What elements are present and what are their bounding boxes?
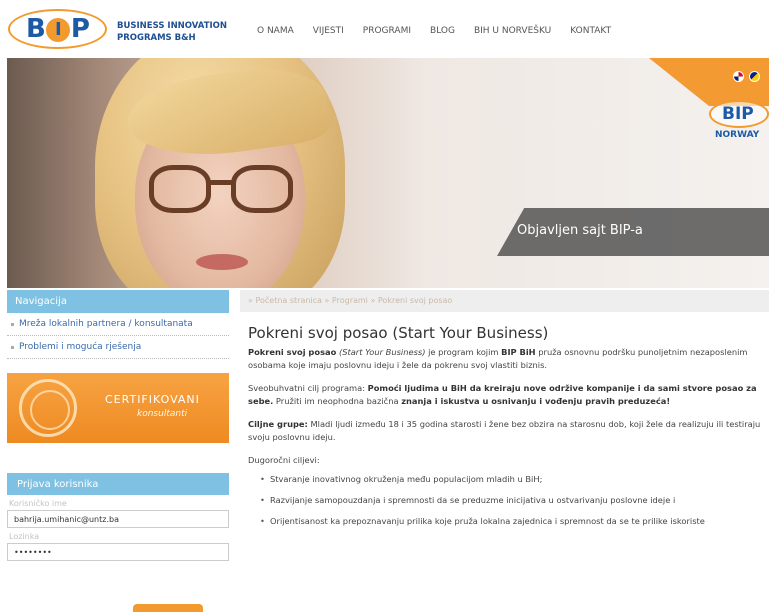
site-header: BIP BUSINESS INNOVATION PROGRAMS B&H O N… bbox=[0, 0, 769, 58]
brand-name[interactable]: BUSINESS INNOVATION PROGRAMS B&H bbox=[117, 20, 227, 44]
brand-line-1: BUSINESS INNOVATION bbox=[117, 21, 228, 31]
page-title: Pokreni svoj posao (Start Your Business) bbox=[248, 324, 549, 342]
breadcrumb-current: » Pokreni svoj posao bbox=[370, 296, 453, 305]
nav-blog[interactable]: BLOG bbox=[430, 26, 455, 36]
certificate-seal-icon bbox=[19, 379, 77, 437]
hero-caption-text: Objavljen sajt BIP-a bbox=[517, 223, 643, 238]
nav-kontakt[interactable]: KONTAKT bbox=[570, 26, 611, 36]
logo-text: BIP bbox=[26, 14, 90, 44]
intro-text-1: je program kojim bbox=[425, 347, 502, 357]
goal-text-2: Pružiti im neophodna bazična bbox=[273, 396, 402, 406]
glasses-bridge bbox=[209, 180, 233, 185]
username-field[interactable] bbox=[7, 510, 229, 528]
bip-logo[interactable]: BIP bbox=[8, 9, 107, 49]
list-item: Orijentisanost ka prepoznavanju prilika … bbox=[260, 515, 761, 528]
login-title: Prijava korisnika bbox=[7, 473, 229, 495]
goal-bold-2: znanja i iskustva u osnivanju i vođenju … bbox=[401, 396, 671, 406]
nav-programi[interactable]: PROGRAMI bbox=[363, 26, 411, 36]
nav-vijesti[interactable]: VIJESTI bbox=[313, 26, 344, 36]
long-term-goals-list: Stvaranje inovativnog okruženja među pop… bbox=[260, 473, 761, 528]
main-content: » Početna stranica » Programi » Pokreni … bbox=[240, 288, 769, 612]
norway-logo-oval: BIP bbox=[709, 100, 769, 128]
certified-consultants-banner[interactable]: CERTIFIKOVANI konsultanti bbox=[7, 373, 229, 443]
password-field[interactable] bbox=[7, 543, 229, 561]
intro-bold-1: Pokreni svoj posao bbox=[248, 347, 337, 357]
breadcrumb-home[interactable]: » Početna stranica bbox=[248, 296, 322, 305]
target-group-text: Mladi ljudi između 18 i 35 godina staros… bbox=[248, 419, 761, 442]
brand-line-2: PROGRAMS B&H bbox=[117, 33, 196, 43]
intro-paragraph: Pokreni svoj posao (Start Your Business)… bbox=[248, 346, 761, 372]
target-group-bold: Ciljne grupe: bbox=[248, 419, 308, 429]
language-corner bbox=[649, 58, 769, 106]
bip-norway-logo[interactable]: BIP NORWAY bbox=[699, 100, 769, 146]
hero-banner: BIP NORWAY Objavljen sajt BIP-a bbox=[7, 58, 769, 288]
nav-o-nama[interactable]: O NAMA bbox=[257, 26, 294, 36]
norway-logo-text: BIP bbox=[722, 104, 754, 124]
hero-photo-lips bbox=[196, 254, 248, 270]
username-label: Korisničko ime bbox=[9, 499, 67, 508]
list-item: Stvaranje inovativnog okruženja među pop… bbox=[260, 473, 761, 486]
target-group-paragraph: Ciljne grupe: Mladi ljudi između 18 i 35… bbox=[248, 418, 761, 444]
goal-text-1: Sveobuhvatni cilj programa: bbox=[248, 383, 368, 393]
breadcrumb-programi[interactable]: » Programi bbox=[324, 296, 367, 305]
goal-paragraph: Sveobuhvatni cilj programa: Pomoći ljudi… bbox=[248, 382, 761, 408]
hero-caption[interactable]: Objavljen sajt BIP-a bbox=[497, 208, 769, 256]
password-label: Lozinka bbox=[9, 532, 40, 541]
main-nav: O NAMA VIJESTI PROGRAMI BLOG BIH U NORVE… bbox=[257, 26, 630, 36]
bih-flag-icon[interactable] bbox=[749, 71, 760, 82]
list-item: Razvijanje samopouzdanja i spremnosti da… bbox=[260, 494, 761, 507]
login-button[interactable] bbox=[133, 604, 203, 612]
glasses-right-icon bbox=[231, 165, 293, 213]
long-term-goals-label: Dugoročni ciljevi: bbox=[248, 455, 320, 465]
nav-bih-u-norvesku[interactable]: BIH U NORVEŠKU bbox=[474, 26, 551, 36]
intro-bold-2: BIP BiH bbox=[501, 347, 536, 357]
intro-italic: (Start Your Business) bbox=[338, 347, 426, 357]
cert-line-1: CERTIFIKOVANI bbox=[105, 393, 200, 406]
sidebar-nav-title: Navigacija bbox=[7, 290, 229, 313]
uk-flag-icon[interactable] bbox=[733, 71, 744, 82]
sidebar: Navigacija Mreža lokalnih partnera / kon… bbox=[7, 288, 229, 612]
glasses-left-icon bbox=[149, 165, 211, 213]
sidebar-item-partneri[interactable]: Mreža lokalnih partnera / konsultanata bbox=[7, 313, 229, 336]
cert-line-2: konsultanti bbox=[137, 409, 188, 419]
breadcrumb: » Početna stranica » Programi » Pokreni … bbox=[240, 290, 769, 312]
norway-logo-label: NORWAY bbox=[715, 130, 760, 140]
sidebar-item-problemi[interactable]: Problemi i moguća rješenja bbox=[7, 336, 229, 359]
